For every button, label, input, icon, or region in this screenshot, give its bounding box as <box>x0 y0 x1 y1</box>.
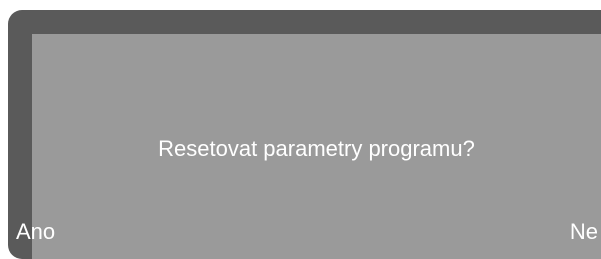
no-softkey[interactable]: Ne <box>570 217 598 247</box>
display-screen: Resetovat parametry programu? Ano Ne <box>16 34 601 259</box>
device-display-bezel: Resetovat parametry programu? Ano Ne <box>8 10 601 259</box>
yes-softkey[interactable]: Ano <box>16 217 55 247</box>
reset-parameters-prompt: Resetovat parametry programu? <box>158 136 475 161</box>
